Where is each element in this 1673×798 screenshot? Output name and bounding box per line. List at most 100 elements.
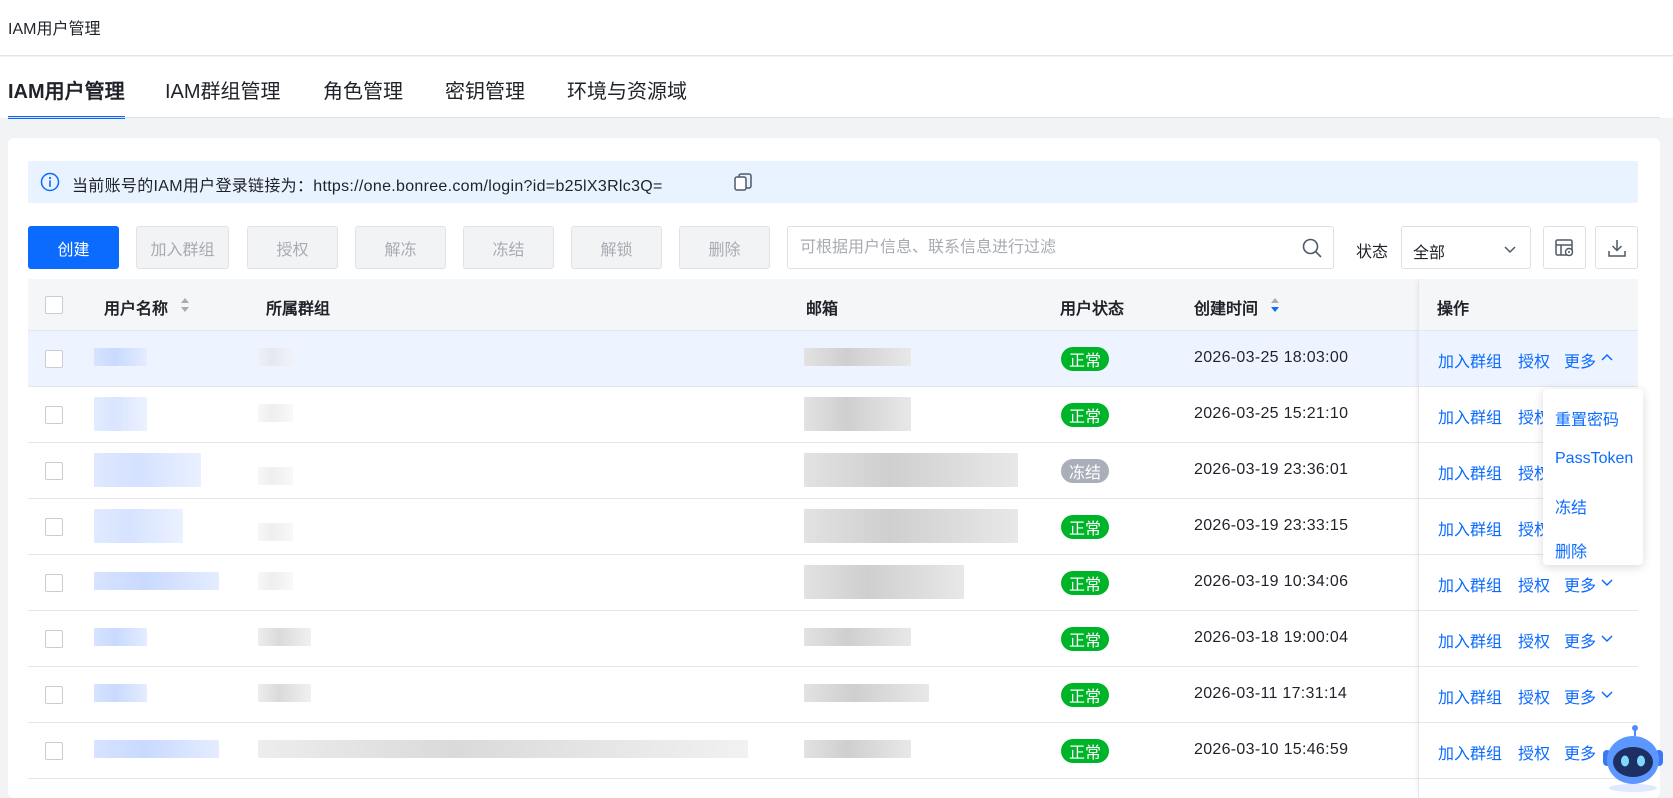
username-redacted[interactable] [94, 453, 201, 487]
info-icon [40, 172, 60, 192]
row-authorize-link[interactable]: 授权 [1518, 684, 1550, 708]
menu-reset-password[interactable]: 重置密码 [1555, 406, 1619, 430]
user-table: 用户名称 所属群组 邮箱 用户状态 创建时间 操作 正常 2026-03-25 … [28, 279, 1638, 798]
status-badge: 正常 [1061, 627, 1110, 651]
menu-passtoken[interactable]: PassToken [1555, 450, 1633, 468]
status-select[interactable]: 全部 [1401, 226, 1531, 269]
col-email: 邮箱 [806, 301, 839, 318]
menu-delete[interactable]: 删除 [1555, 538, 1587, 562]
created-time: 2026-03-18 19:00:04 [1194, 629, 1349, 646]
row-authorize-link[interactable]: 授权 [1518, 572, 1550, 596]
row-add-group-link[interactable]: 加入群组 [1438, 348, 1502, 372]
username-redacted[interactable] [94, 628, 147, 646]
row-more-link[interactable]: 更多 [1564, 572, 1596, 596]
chevron-up-icon[interactable] [1600, 351, 1614, 365]
email-redacted [804, 628, 911, 646]
email-redacted [804, 453, 1018, 487]
login-link-notice: 当前账号的IAM用户登录链接为：https://one.bonree.com/l… [28, 161, 1638, 203]
tab-iam-users[interactable]: IAM用户管理 [8, 75, 125, 119]
delete-button[interactable]: 删除 [679, 226, 770, 269]
table-row: 正常 2026-03-25 15:21:10 [28, 387, 1638, 443]
row-checkbox[interactable] [45, 518, 63, 536]
row-add-group-link[interactable]: 加入群组 [1438, 628, 1502, 652]
sort-username-icon[interactable] [179, 296, 191, 314]
select-all-checkbox[interactable] [45, 296, 63, 314]
col-group: 所属群组 [266, 301, 331, 318]
copy-icon[interactable] [732, 171, 754, 193]
tab-env-domains[interactable]: 环境与资源域 [567, 75, 687, 104]
username-redacted[interactable] [94, 572, 219, 590]
chevron-down-icon[interactable] [1600, 687, 1614, 701]
row-add-group-link[interactable]: 加入群组 [1438, 684, 1502, 708]
row-checkbox[interactable] [45, 630, 63, 648]
row-checkbox[interactable] [45, 574, 63, 592]
table-row: 正常 2026-03-25 18:03:00 [28, 331, 1638, 387]
assistant-robot-icon[interactable] [1597, 722, 1667, 794]
tab-roles[interactable]: 角色管理 [323, 75, 403, 104]
status-badge: 冻结 [1061, 459, 1110, 483]
freeze-button[interactable]: 冻结 [463, 226, 554, 269]
row-checkbox[interactable] [45, 462, 63, 480]
group-redacted [258, 572, 293, 590]
email-redacted [804, 348, 911, 366]
create-button[interactable]: 创建 [28, 226, 119, 269]
email-redacted [804, 565, 964, 599]
tab-keys[interactable]: 密钥管理 [445, 75, 525, 104]
row-checkbox[interactable] [45, 742, 63, 760]
download-button[interactable] [1595, 226, 1638, 269]
row-add-group-link[interactable]: 加入群组 [1438, 740, 1502, 764]
email-redacted [804, 509, 1018, 543]
chevron-down-icon[interactable] [1600, 575, 1614, 589]
table-row: 正常 2026-03-19 10:34:06 [28, 555, 1638, 611]
download-icon [1608, 240, 1626, 257]
authorize-button[interactable]: 授权 [247, 226, 338, 269]
table-row: 正常 2026-03-18 19:00:04 [28, 611, 1638, 667]
status-select-value: 全部 [1413, 245, 1446, 262]
created-time: 2026-03-19 10:34:06 [1194, 573, 1349, 590]
row-authorize-link[interactable]: 授权 [1518, 348, 1550, 372]
search-input[interactable] [800, 227, 1290, 268]
row-add-group-link[interactable]: 加入群组 [1438, 516, 1502, 540]
row-checkbox[interactable] [45, 406, 63, 424]
add-group-button[interactable]: 加入群组 [136, 226, 229, 269]
created-time: 2026-03-25 15:21:10 [1194, 405, 1349, 422]
username-redacted[interactable] [94, 348, 147, 366]
unlock-button[interactable]: 解锁 [571, 226, 662, 269]
status-filter-label: 状态 [1356, 244, 1389, 261]
username-redacted[interactable] [94, 740, 219, 758]
sort-created-icon[interactable] [1269, 296, 1281, 314]
col-status: 用户状态 [1060, 301, 1125, 318]
row-more-link[interactable]: 更多 [1564, 740, 1596, 764]
created-time: 2026-03-10 15:46:59 [1194, 741, 1349, 758]
row-add-group-link[interactable]: 加入群组 [1438, 404, 1502, 428]
top-bar: IAM用户管理 [0, 0, 1673, 56]
username-redacted[interactable] [94, 684, 147, 702]
group-redacted [258, 740, 748, 758]
search-icon[interactable] [1301, 237, 1323, 259]
row-checkbox[interactable] [45, 686, 63, 704]
row-add-group-link[interactable]: 加入群组 [1438, 572, 1502, 596]
row-more-link[interactable]: 更多 [1564, 628, 1596, 652]
page-title: IAM用户管理 [8, 21, 101, 38]
unfreeze-button[interactable]: 解冻 [355, 226, 446, 269]
row-authorize-link[interactable]: 授权 [1518, 740, 1550, 764]
row-authorize-link[interactable]: 授权 [1518, 628, 1550, 652]
username-redacted[interactable] [94, 397, 147, 431]
row-add-group-link[interactable]: 加入群组 [1438, 460, 1502, 484]
table-header: 用户名称 所属群组 邮箱 用户状态 创建时间 操作 [28, 279, 1638, 331]
login-link-text: 当前账号的IAM用户登录链接为：https://one.bonree.com/l… [72, 178, 663, 195]
email-redacted [804, 684, 929, 702]
row-checkbox[interactable] [45, 350, 63, 368]
status-badge: 正常 [1061, 403, 1110, 427]
chevron-down-icon [1504, 246, 1516, 254]
username-redacted[interactable] [94, 509, 183, 543]
tab-iam-groups[interactable]: IAM群组管理 [165, 75, 281, 104]
column-settings-button[interactable] [1543, 226, 1586, 269]
row-more-link[interactable]: 更多 [1564, 348, 1596, 372]
created-time: 2026-03-11 17:31:14 [1194, 685, 1348, 702]
chevron-down-icon[interactable] [1600, 631, 1614, 645]
email-redacted [804, 740, 911, 758]
col-username: 用户名称 [104, 301, 169, 318]
row-more-link[interactable]: 更多 [1564, 684, 1596, 708]
menu-freeze[interactable]: 冻结 [1555, 494, 1587, 518]
